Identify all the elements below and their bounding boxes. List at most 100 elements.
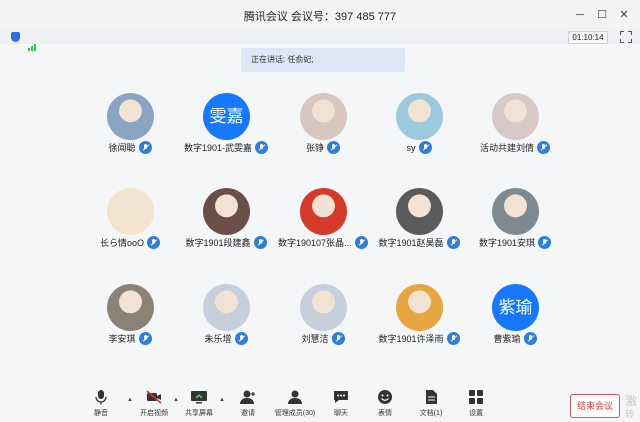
- camera-off-icon: [146, 390, 162, 404]
- share-screen-icon: [191, 391, 207, 404]
- settings-grid-icon: [469, 390, 483, 404]
- participant-avatar[interactable]: [396, 188, 443, 235]
- window-title: 腾讯会议 会议号：397 485 777: [243, 11, 397, 23]
- participant-avatar[interactable]: [107, 93, 154, 140]
- chat-button[interactable]: 聊天: [319, 389, 363, 418]
- microphone-icon: [255, 141, 269, 155]
- participant-name-label: 数字1901安琪: [479, 238, 536, 248]
- participant-name: sy: [407, 141, 432, 155]
- microphone-icon: [234, 332, 248, 346]
- chat-label: 聊天: [334, 410, 348, 417]
- start-video-button[interactable]: 开启视频: [132, 389, 176, 418]
- microphone-icon: [523, 332, 537, 346]
- emoji-icon: [378, 390, 392, 404]
- participant-avatar[interactable]: [492, 188, 539, 235]
- participant-name-label: 朱乐增: [204, 334, 232, 344]
- participant-name: 刘慧洁: [302, 332, 345, 346]
- participant-avatar[interactable]: [300, 93, 347, 140]
- participant-name-label: 刘慧洁: [301, 334, 329, 344]
- participant-name-label: 数字1901段建鑫: [185, 238, 251, 248]
- minimize-icon[interactable]: ─: [571, 6, 589, 24]
- mute-label: 静音: [94, 410, 108, 417]
- participant-avatar[interactable]: [107, 284, 154, 331]
- status-bar: [0, 30, 640, 44]
- invite-button[interactable]: 邀请: [226, 389, 270, 418]
- participant-avatar[interactable]: [107, 188, 154, 235]
- participant-avatar[interactable]: [396, 93, 443, 140]
- members-icon: [288, 390, 302, 404]
- participant-name: 徐闻聪: [109, 141, 152, 155]
- participant-avatar[interactable]: [300, 284, 347, 331]
- participant-name-label: 长ら情ooO: [100, 238, 145, 248]
- invite-icon: [240, 390, 255, 404]
- title-bar: 腾讯会议 会议号：397 485 777: [0, 0, 640, 30]
- microphone-icon: [138, 141, 152, 155]
- participant-name: 数字1901段建鑫: [186, 236, 267, 250]
- manage-members-label: 管理成员(30): [274, 410, 316, 417]
- microphone-icon: [95, 390, 107, 405]
- start-video-label: 开启视频: [140, 410, 168, 417]
- participant-name: 朱乐增: [205, 332, 248, 346]
- participant-name-label: 数字1901赵昊磊: [378, 238, 444, 248]
- share-screen-button[interactable]: 共享屏幕: [177, 389, 221, 418]
- microphone-icon: [331, 332, 345, 346]
- participant-name: 曹紫瑜: [494, 332, 537, 346]
- microphone-icon: [147, 236, 161, 250]
- close-icon[interactable]: ✕: [615, 6, 633, 24]
- speaking-banner: 正在讲话: 任俞妃;: [241, 48, 405, 72]
- emoji-button[interactable]: 表情: [363, 389, 407, 418]
- microphone-icon: [537, 141, 551, 155]
- settings-button[interactable]: 设置: [454, 389, 498, 418]
- invite-label: 邀请: [241, 410, 255, 417]
- participant-name: 张铮: [306, 141, 341, 155]
- participant-name-label: 徐闻聪: [108, 143, 136, 153]
- participant-name-label: 李安琪: [108, 334, 136, 344]
- fullscreen-icon[interactable]: [620, 31, 632, 43]
- documents-button[interactable]: 文档(1): [409, 389, 453, 418]
- participant-name-label: 曹紫瑜: [493, 334, 521, 344]
- microphone-icon: [253, 236, 267, 250]
- shield-icon[interactable]: [11, 32, 20, 42]
- participant-name: 长ら情ooO: [100, 236, 161, 250]
- network-signal-icon[interactable]: [28, 33, 37, 51]
- participant-avatar[interactable]: [300, 188, 347, 235]
- share-options-caret-icon[interactable]: ▲: [219, 397, 225, 403]
- microphone-icon: [446, 332, 460, 346]
- participant-name: 数字190107张晶...: [278, 236, 368, 250]
- participant-avatar[interactable]: 紫瑜: [492, 284, 539, 331]
- microphone-icon: [418, 141, 432, 155]
- participant-avatar[interactable]: [203, 284, 250, 331]
- documents-label: 文档(1): [419, 410, 443, 417]
- participant-name-label: 数字1901-武雯嘉: [184, 143, 253, 153]
- share-screen-label: 共享屏幕: [185, 410, 213, 417]
- participant-avatar[interactable]: [203, 188, 250, 235]
- participant-avatar[interactable]: [492, 93, 539, 140]
- participant-name-label: 数字1901许泽雨: [378, 334, 444, 344]
- chat-icon: [334, 391, 348, 403]
- participant-name: 数字1901许泽雨: [379, 332, 460, 346]
- microphone-icon: [354, 236, 368, 250]
- participant-name-label: 张铮: [306, 143, 325, 153]
- meeting-timer: 01:10:14: [568, 31, 608, 44]
- participant-name: 数字1901-武雯嘉: [184, 141, 269, 155]
- participant-name: 数字1901安琪: [479, 236, 552, 250]
- participant-name: 数字1901赵昊磊: [379, 236, 460, 250]
- microphone-icon: [138, 332, 152, 346]
- end-meeting-button[interactable]: 结束会议: [570, 394, 620, 418]
- document-icon: [426, 390, 437, 404]
- participant-name-label: 数字190107张晶...: [278, 238, 352, 248]
- participant-avatar[interactable]: 雯嘉: [203, 93, 250, 140]
- emoji-label: 表情: [378, 410, 392, 417]
- participant-name-label: sy: [406, 143, 416, 153]
- maximize-icon[interactable]: ☐: [593, 6, 611, 24]
- manage-members-button[interactable]: 管理成员(30): [271, 389, 319, 418]
- watermark-subtext: 转到: [625, 409, 635, 419]
- mute-button[interactable]: 静音: [79, 389, 123, 418]
- participant-name: 李安琪: [109, 332, 152, 346]
- microphone-icon: [538, 236, 552, 250]
- settings-label: 设置: [469, 410, 483, 417]
- participant-avatar[interactable]: [396, 284, 443, 331]
- participant-name: 活动共建刘倩: [480, 141, 551, 155]
- participant-name-label: 活动共建刘倩: [480, 143, 535, 153]
- microphone-icon: [446, 236, 460, 250]
